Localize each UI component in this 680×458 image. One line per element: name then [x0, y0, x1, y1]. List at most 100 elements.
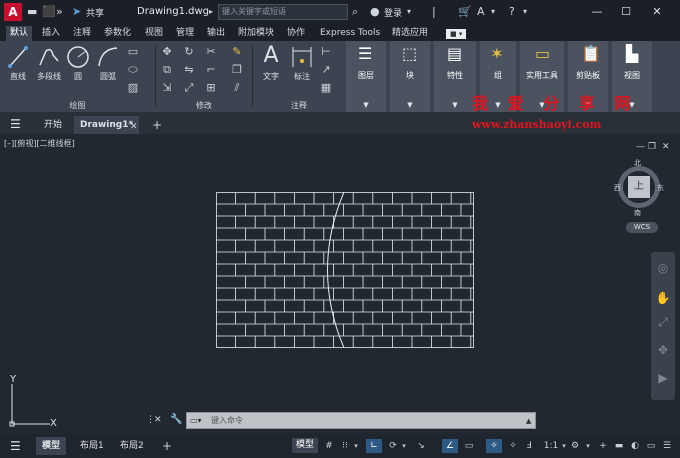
tab-annotate[interactable]: 注释: [69, 26, 95, 41]
hamburger-menu-icon[interactable]: ☰: [10, 117, 21, 131]
tab-express-tools[interactable]: Express Tools: [316, 26, 384, 41]
search-icon[interactable]: ⌕: [352, 5, 358, 19]
isodraft-icon[interactable]: ↘: [414, 439, 428, 453]
quick-access-more-icon[interactable]: »: [56, 5, 63, 19]
array-icon[interactable]: ⊞: [204, 81, 218, 95]
search-expand-icon[interactable]: ▸: [209, 5, 213, 19]
line-button[interactable]: 直线: [6, 45, 30, 82]
save-icon[interactable]: ⬛: [42, 5, 56, 19]
rectangle-icon[interactable]: ▭: [126, 45, 140, 59]
polyline-button[interactable]: 多段线: [34, 45, 64, 82]
command-input[interactable]: 键入命令: [186, 412, 536, 429]
minimize-icon[interactable]: —: [585, 3, 609, 21]
tab-output[interactable]: 输出: [203, 26, 229, 41]
maximize-icon[interactable]: ☐: [614, 3, 638, 21]
app-store-icon[interactable]: A: [477, 5, 485, 19]
tab-default[interactable]: 默认: [6, 26, 33, 41]
ortho-icon[interactable]: ∟: [366, 439, 382, 453]
tab-view[interactable]: 视图: [141, 26, 167, 41]
close-tab-icon[interactable]: ✕: [130, 120, 138, 134]
drawing-viewport[interactable]: [–][俯视][二维线框] 我 爱 分 享 网 www.zhanshaoyi.c…: [0, 94, 680, 434]
share-icon[interactable]: ➤: [72, 5, 81, 19]
move-icon[interactable]: ✥: [160, 45, 174, 59]
auto-scale-icon[interactable]: ✧: [506, 439, 520, 453]
annotation-panel-title[interactable]: 注释: [253, 100, 345, 111]
viewport-controls-label[interactable]: [–][俯视][二维线框]: [4, 138, 75, 149]
polar-dropdown-icon[interactable]: ▾: [400, 439, 408, 453]
model-space-toggle[interactable]: 模型: [292, 438, 318, 453]
scale-icon[interactable]: ⤢: [182, 81, 196, 95]
layers-button[interactable]: ☰ 图层 ▼: [346, 41, 386, 112]
pan-icon[interactable]: ✋: [655, 290, 671, 306]
scale-value[interactable]: 1:1: [542, 439, 560, 453]
new-tab-icon[interactable]: +: [152, 118, 162, 132]
grid-icon[interactable]: #: [322, 439, 336, 453]
tab-parametric[interactable]: 参数化: [100, 26, 135, 41]
trim-icon[interactable]: ✂: [204, 45, 218, 59]
explode-icon[interactable]: ❐: [230, 63, 244, 77]
tab-manage[interactable]: 管理: [172, 26, 198, 41]
cmd-history-icon[interactable]: ▲: [526, 414, 531, 428]
user-icon[interactable]: ●: [370, 5, 380, 19]
tab-start[interactable]: 开始: [38, 116, 68, 134]
viewport-minimize-icon[interactable]: —: [636, 140, 645, 154]
search-input[interactable]: 键入关键字或短语: [218, 4, 348, 20]
viewcube-east[interactable]: 东: [657, 183, 664, 193]
modify-panel-title[interactable]: 修改: [156, 100, 252, 111]
steering-wheel-icon[interactable]: ◎: [655, 260, 671, 276]
leader-icon[interactable]: ↗: [319, 63, 333, 77]
login-dropdown-icon[interactable]: ▾: [407, 5, 411, 19]
table-icon[interactable]: ▦: [319, 81, 333, 95]
copy-icon[interactable]: ⧉: [160, 63, 174, 77]
orbit-icon[interactable]: ✥: [655, 342, 671, 358]
snap-icon[interactable]: ⁝⁝: [338, 439, 352, 453]
arc-button[interactable]: 圆弧: [96, 45, 120, 82]
new-file-icon[interactable]: ▬: [27, 5, 37, 19]
object-snap-icon[interactable]: ▭: [462, 439, 476, 453]
linear-dim-icon[interactable]: ⊢: [319, 45, 333, 59]
viewcube-west[interactable]: 西: [614, 183, 621, 193]
tab-addins[interactable]: 附加模块: [234, 26, 278, 41]
zoom-extents-icon[interactable]: ⤢: [655, 314, 671, 330]
login-button[interactable]: 登录: [384, 6, 402, 19]
snap-dropdown-icon[interactable]: ▾: [352, 439, 360, 453]
annotation-visibility-icon[interactable]: ✧: [486, 439, 502, 453]
layout-menu-icon[interactable]: ☰: [10, 439, 21, 453]
tab-insert[interactable]: 插入: [38, 26, 64, 41]
cart-icon[interactable]: 🛒: [458, 5, 472, 19]
polar-icon[interactable]: ⟳: [386, 439, 400, 453]
arc-curve[interactable]: [327, 192, 345, 348]
tab-featured-apps[interactable]: 精选应用: [388, 26, 432, 41]
object-snap-tracking-icon[interactable]: ∠: [442, 439, 458, 453]
erase-icon[interactable]: ✎: [230, 45, 244, 59]
workspace-gear-icon[interactable]: ⚙: [568, 439, 582, 453]
viewport-restore-icon[interactable]: ❐: [648, 140, 656, 154]
stretch-icon[interactable]: ⇲: [160, 81, 174, 95]
tab-layout2[interactable]: 布局2: [114, 437, 150, 455]
showmotion-icon[interactable]: ▶: [655, 370, 671, 386]
add-layout-icon[interactable]: +: [160, 439, 174, 453]
wcs-menu[interactable]: WCS: [626, 222, 658, 233]
cmd-close-icon[interactable]: ✕: [154, 413, 162, 427]
hardware-acceleration-icon[interactable]: ▬: [612, 439, 626, 453]
properties-button[interactable]: ▤ 特性 ▼: [434, 41, 476, 112]
viewcube[interactable]: 北 上 西 东 南: [614, 158, 664, 217]
viewcube-top-face[interactable]: 上: [628, 176, 650, 198]
block-button[interactable]: ⬚ 块 ▼: [390, 41, 430, 112]
isolate-objects-icon[interactable]: ◐: [628, 439, 642, 453]
tab-model[interactable]: 模型: [36, 437, 67, 455]
ellipse-icon[interactable]: ⬭: [126, 63, 140, 77]
help-dropdown-icon[interactable]: ▾: [523, 5, 527, 19]
add-scale-icon[interactable]: +: [596, 439, 610, 453]
circle-button[interactable]: 圆: [66, 45, 90, 82]
draw-panel-title[interactable]: 绘图: [0, 100, 155, 111]
brick-wall-drawing[interactable]: [216, 192, 474, 348]
annotation-scale-icon[interactable]: Ⅎ: [522, 439, 536, 453]
tab-collaborate[interactable]: 协作: [283, 26, 309, 41]
close-icon[interactable]: ✕: [645, 3, 669, 21]
scale-dropdown-icon[interactable]: ▾: [560, 439, 568, 453]
share-button[interactable]: 共享: [86, 6, 104, 19]
block-dropdown-icon[interactable]: ▼: [390, 101, 430, 109]
text-button[interactable]: A 文字: [259, 43, 283, 82]
viewport-close-icon[interactable]: ✕: [662, 140, 670, 154]
